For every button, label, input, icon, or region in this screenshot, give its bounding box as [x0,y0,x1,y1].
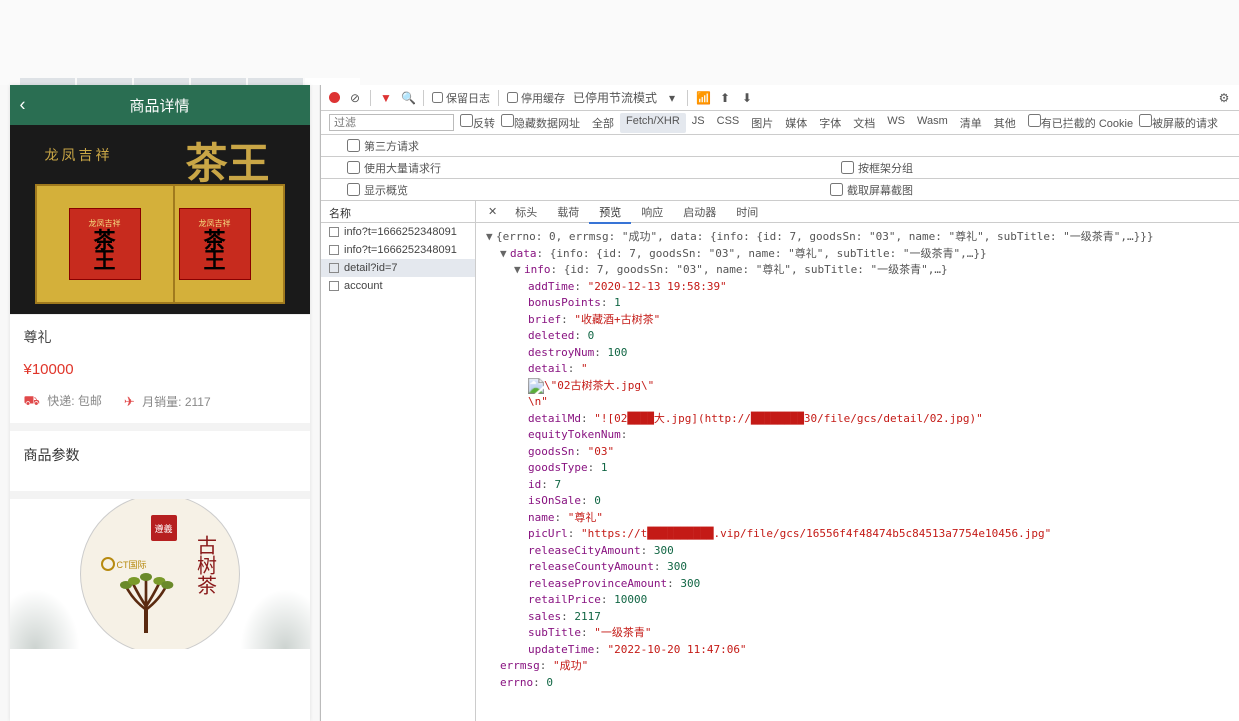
sales-info: ✈ 月销量: 2117 [124,393,211,410]
invert-checkbox[interactable]: 反转 [460,114,495,131]
download-har-icon[interactable]: ⬇ [740,91,754,105]
type-filter-全部[interactable]: 全部 [586,113,620,133]
upload-har-icon[interactable]: ⬆ [718,91,732,105]
mobile-preview-pane: ‹ 商品详情 龙凤吉祥 茶王 龙凤吉祥 茶王 龙凤吉祥 茶王 [0,85,320,721]
devtools-toolbar: ⊘ ▼ 🔍 保留日志 停用缓存 已停用节流模式 ▾ 📶 ⬆ ⬇ ⚙ [321,85,1239,111]
clear-button[interactable]: ⊘ [348,91,362,105]
type-filter-文档[interactable]: 文档 [847,113,881,133]
type-filter-图片[interactable]: 图片 [745,113,779,133]
type-filter-fetch/xhr[interactable]: Fetch/XHR [620,113,686,133]
browser-tab[interactable] [20,78,75,85]
devtools-filter-row: 反转 隐藏数据网址 全部Fetch/XHRJSCSS图片媒体字体文档WSWasm… [321,111,1239,135]
brand-badge: CT国际 [101,557,147,571]
request-row[interactable]: detail?id=7 [321,259,475,277]
tree-icon [111,573,181,633]
browser-tab[interactable] [77,78,132,85]
detail-tab-1[interactable]: 载荷 [547,204,589,222]
product-name: 尊礼 [24,327,296,347]
blocked-cookies-checkbox[interactable]: 有已拦截的 Cookie [1028,114,1133,131]
record-button[interactable] [329,92,340,103]
browser-tab-strip [0,0,1239,85]
page-title: 商品详情 [129,95,189,116]
type-filter-字体[interactable]: 字体 [813,113,847,133]
hero-subtitle: 龙凤吉祥 [45,145,113,165]
blocked-requests-checkbox[interactable]: 被屏蔽的请求 [1139,114,1218,131]
search-icon[interactable]: 🔍 [401,91,415,105]
mobile-header: ‹ 商品详情 [10,85,310,125]
detail-tab-5[interactable]: 时间 [726,204,768,222]
type-filter-css[interactable]: CSS [711,113,746,133]
back-button[interactable]: ‹ [20,95,26,116]
type-filter-ws[interactable]: WS [881,113,911,133]
hide-data-urls-checkbox[interactable]: 隐藏数据网址 [501,114,580,131]
detail-tab-3[interactable]: 响应 [631,204,673,222]
type-filter-清单[interactable]: 清单 [954,113,988,133]
request-row[interactable]: account [321,277,475,295]
preserve-log-checkbox[interactable]: 保留日志 [432,90,490,106]
throttling-caret-icon[interactable]: ▾ [665,91,679,105]
type-filters: 全部Fetch/XHRJSCSS图片媒体字体文档WSWasm清单其他 [586,113,1022,133]
detail-tab-4[interactable]: 启动器 [673,204,726,222]
type-filter-媒体[interactable]: 媒体 [779,113,813,133]
browser-tab[interactable] [191,78,246,85]
browser-tab-active[interactable] [305,78,360,85]
shipping-info: ⛟ 快递: 包邮 [24,392,102,411]
type-filter-其他[interactable]: 其他 [988,113,1022,133]
wifi-icon[interactable]: 📶 [696,91,710,105]
filter-toggle-icon[interactable]: ▼ [379,91,393,105]
product-hero-image: 龙凤吉祥 茶王 龙凤吉祥 茶王 龙凤吉祥 茶王 [10,125,310,315]
browser-tab[interactable] [248,78,303,85]
truck-icon: ⛟ [24,393,40,408]
response-preview[interactable]: ▼{errno: 0, errmsg: "成功", data: {info: {… [476,223,1239,721]
disable-cache-checkbox[interactable]: 停用缓存 [507,90,565,106]
detail-tabs: ✕ 标头载荷预览响应启动器时间 [476,201,1239,223]
type-filter-js[interactable]: JS [686,113,711,133]
product-price: ¥10000 [24,361,296,378]
product-box-front: 龙凤吉祥 茶王 [35,184,175,304]
request-list-header: 名称 [321,201,475,223]
filter-input[interactable] [329,114,454,131]
tea-calligraphy: 古树茶 [191,535,219,595]
request-list: 名称 info?t=1666252348091info?t=1666252348… [321,201,476,721]
screenshots-checkbox[interactable]: 截取屏幕截图 [830,182,913,198]
settings-gear-icon[interactable]: ⚙ [1217,91,1231,105]
detail-tab-2[interactable]: 预览 [589,204,631,224]
devtools-network-panel: ⊘ ▼ 🔍 保留日志 停用缓存 已停用节流模式 ▾ 📶 ⬆ ⬇ ⚙ 反转 隐藏数… [320,85,1239,721]
hero-title: 茶王 [185,130,269,191]
close-detail-icon[interactable]: ✕ [480,205,505,218]
overview-checkbox[interactable]: 显示概览 [347,182,408,198]
detail-tab-0[interactable]: 标头 [505,204,547,222]
request-row[interactable]: info?t=1666252348091 [321,241,475,259]
throttling-select[interactable]: 已停用节流模式 [573,89,657,106]
red-seal: 遵義 [151,515,177,541]
params-section-title: 商品参数 [24,445,296,465]
product-detail-image: 遵義 CT国际 [10,499,310,649]
large-rows-checkbox[interactable]: 使用大量请求行 [347,160,441,176]
browser-tab[interactable] [134,78,189,85]
request-detail-pane: ✕ 标头载荷预览响应启动器时间 ▼{errno: 0, errmsg: "成功"… [476,201,1239,721]
group-by-frame-checkbox[interactable]: 按框架分组 [841,160,913,176]
request-row[interactable]: info?t=1666252348091 [321,223,475,241]
type-filter-wasm[interactable]: Wasm [911,113,954,133]
tag-icon: ✈ [124,394,135,409]
third-party-checkbox[interactable]: 第三方请求 [347,138,419,154]
